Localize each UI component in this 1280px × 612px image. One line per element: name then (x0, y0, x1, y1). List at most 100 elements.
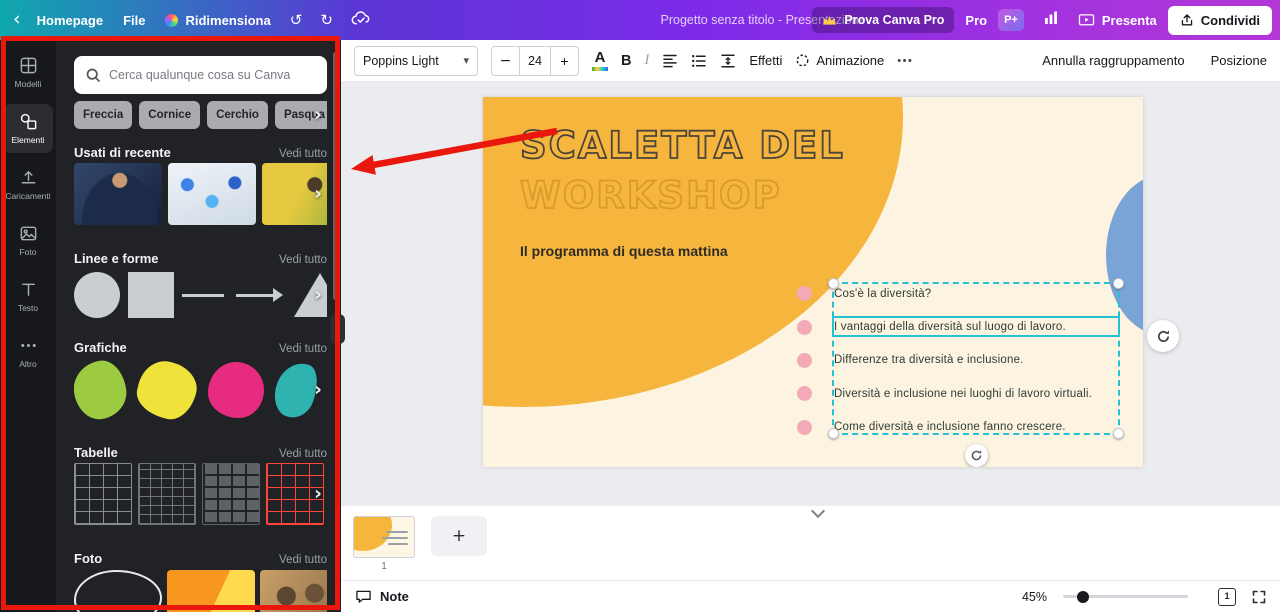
graphic-yellow-blob[interactable] (132, 358, 202, 422)
elements-panel: Freccia Cornice Cerchio Pasqua › Usati d… (56, 40, 341, 612)
slide-1[interactable]: SCALETTA DEL WORKSHOP Il programma di qu… (483, 97, 1143, 467)
bullet-dot (797, 353, 812, 368)
chip-cerchio[interactable]: Cerchio (207, 101, 268, 129)
sidebar-item-foto[interactable]: Foto (3, 216, 53, 265)
sidebar-item-caricamenti[interactable]: Caricamenti (3, 160, 53, 209)
photo-people[interactable] (260, 570, 327, 612)
recent-thumb-businessman[interactable] (74, 163, 162, 225)
table-template-3[interactable] (202, 463, 260, 525)
cloud-sync-icon[interactable] (343, 7, 380, 33)
homepage-button[interactable]: Homepage (28, 7, 112, 34)
chip-cornice[interactable]: Cornice (139, 101, 200, 129)
cycle-style-button[interactable] (1147, 320, 1179, 352)
share-button[interactable]: Condividi (1168, 6, 1272, 35)
shapes-row: › (74, 269, 327, 321)
zoom-slider-knob[interactable] (1077, 591, 1089, 603)
photo-orange[interactable] (167, 570, 255, 612)
add-page-button[interactable]: + (431, 516, 487, 556)
page-view-button[interactable]: 1 (1218, 588, 1236, 606)
sidebar-item-modelli[interactable]: Modelli (3, 48, 53, 97)
effects-button[interactable]: Effetti (749, 53, 782, 68)
shape-line[interactable] (182, 272, 228, 318)
agenda-item[interactable]: Come diversità e inclusione fanno cresce… (797, 411, 1092, 444)
slide-title[interactable]: SCALETTA DEL WORKSHOP (520, 121, 845, 221)
rotate-handle[interactable] (965, 444, 988, 467)
agenda-item[interactable]: Differenze tra diversità e inclusione. (797, 344, 1092, 377)
spacing-button[interactable] (720, 54, 736, 68)
pplus-badge[interactable]: P+ (998, 9, 1024, 31)
see-all-recent-link[interactable]: Vedi tutto (279, 148, 327, 160)
editor-main: Poppins Light ▾ − 24 + A B I (341, 40, 1280, 612)
sidebar-item-testo[interactable]: Testo (3, 272, 53, 321)
present-button[interactable]: Presenta (1078, 13, 1157, 28)
italic-button[interactable]: I (644, 52, 649, 69)
back-icon[interactable]: ‹ (10, 8, 26, 32)
graphics-next-icon[interactable]: › (314, 381, 322, 400)
bullet-list-button[interactable] (691, 54, 707, 68)
shape-arrow[interactable] (236, 272, 286, 318)
font-size-increase-button[interactable]: + (551, 47, 578, 75)
canvas-area[interactable]: SCALETTA DEL WORKSHOP Il programma di qu… (341, 82, 1280, 506)
file-menu-button[interactable]: File (114, 7, 154, 34)
agenda-item[interactable]: I vantaggi della diversità sul luogo di … (797, 310, 1092, 343)
sidebar-item-elementi[interactable]: Elementi (3, 104, 53, 153)
section-title: Tabelle (74, 445, 118, 460)
chip-freccia[interactable]: Freccia (74, 101, 132, 129)
search-bar[interactable] (74, 56, 327, 94)
animate-button[interactable]: Animazione (795, 53, 884, 68)
recent-thumb-keyboard[interactable] (168, 163, 256, 225)
shape-square[interactable] (128, 272, 174, 318)
agenda-list[interactable]: Cos'è la diversità? I vantaggi della div… (797, 277, 1092, 444)
text-color-button[interactable]: A (592, 50, 608, 71)
section-graphics-header: Grafiche Vedi tutto (74, 340, 327, 355)
bold-button[interactable]: B (621, 53, 631, 69)
slide-subtitle[interactable]: Il programma di questa mattina (520, 243, 728, 259)
shapes-next-icon[interactable]: › (314, 286, 322, 305)
photo-outline-frame[interactable] (74, 570, 162, 612)
notes-bubble-icon (355, 589, 372, 604)
more-options-button[interactable]: ••• (897, 55, 913, 67)
chips-next-icon[interactable]: › (314, 105, 322, 124)
font-size-value[interactable]: 24 (519, 47, 551, 75)
section-title: Linee e forme (74, 251, 159, 266)
font-size-decrease-button[interactable]: − (492, 47, 519, 75)
panel-collapse-handle[interactable]: ‹ (330, 314, 345, 344)
see-all-graphics-link[interactable]: Vedi tutto (279, 343, 327, 355)
panel-scrollbar[interactable] (333, 52, 338, 300)
tables-next-icon[interactable]: › (314, 485, 322, 504)
zoom-slider[interactable] (1063, 595, 1188, 598)
slide-blue-blob[interactable] (1106, 175, 1143, 335)
undo-icon[interactable]: ↺ (282, 8, 311, 32)
see-all-photos-link[interactable]: Vedi tutto (279, 554, 327, 566)
table-template-2[interactable] (138, 463, 196, 525)
font-family-select[interactable]: Poppins Light ▾ (354, 46, 478, 76)
top-bar: ‹ Homepage File Ridimensiona ↺ ↻ Progett… (0, 0, 1280, 40)
try-pro-button[interactable]: Prova Canva Pro (812, 7, 954, 33)
see-all-tables-link[interactable]: Vedi tutto (279, 448, 327, 460)
shape-circle[interactable] (74, 272, 120, 318)
resize-button[interactable]: Ridimensiona (156, 7, 279, 34)
agenda-item[interactable]: Diversità e inclusione nei luoghi di lav… (797, 377, 1092, 410)
redo-icon[interactable]: ↻ (312, 8, 341, 32)
fullscreen-button[interactable] (1252, 590, 1266, 604)
table-template-1[interactable] (74, 463, 132, 525)
agenda-item[interactable]: Cos'è la diversità? (797, 277, 1092, 310)
text-align-button[interactable] (662, 54, 678, 68)
page-thumbnail-1[interactable] (353, 516, 415, 558)
graphic-pink-blob[interactable] (208, 362, 264, 418)
recent-next-icon[interactable]: › (314, 185, 322, 204)
insights-chart-icon[interactable] (1035, 7, 1067, 33)
see-all-shapes-link[interactable]: Vedi tutto (279, 254, 327, 266)
position-button[interactable]: Posizione (1211, 53, 1267, 68)
collapse-filmstrip-icon[interactable] (811, 506, 825, 518)
ungroup-button[interactable]: Annulla raggruppamento (1042, 53, 1184, 68)
search-input[interactable] (109, 68, 316, 82)
selection-handle-bottom-right[interactable] (1113, 428, 1124, 439)
toolbar-right-group: Annulla raggruppamento Posizione (1042, 53, 1267, 68)
zoom-value[interactable]: 45% (1022, 590, 1047, 604)
section-recent-header: Usati di recente Vedi tutto (74, 145, 327, 160)
object-panel-rail: Modelli Elementi Caricamenti Foto Testo … (0, 40, 56, 612)
sidebar-item-altro[interactable]: Altro (3, 328, 53, 377)
notes-button[interactable]: Note (355, 589, 409, 604)
graphic-green-blob[interactable] (74, 358, 130, 422)
